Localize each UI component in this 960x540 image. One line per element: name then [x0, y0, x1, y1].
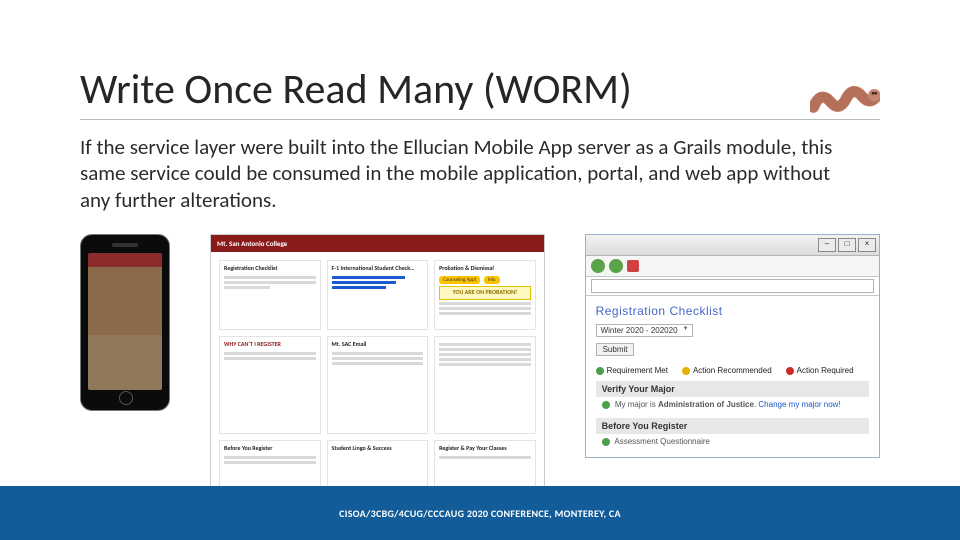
term-select: Winter 2020 - 202020 — [596, 324, 693, 337]
webapp-mock: – □ × Registration Checklist Winter 2020… — [585, 234, 880, 458]
title-row: Write Once Read Many (WORM) — [80, 64, 880, 120]
nav-stop-icon — [627, 260, 639, 272]
portal-header: Mt. San Antonio College — [211, 235, 544, 252]
change-major-link-mock: Change my major now! — [758, 400, 840, 409]
window-close-icon: × — [858, 238, 876, 252]
verify-major-line: My major is Administration of Justice. C… — [596, 397, 869, 412]
section-before-register: Before You Register — [596, 418, 869, 434]
dot-red-icon — [786, 367, 794, 375]
phone-speaker — [112, 243, 138, 247]
portal-card-email: Mt. SAC Email — [327, 336, 429, 434]
footer-text: CISOA/3CBG/4CUG/CCCAUG 2020 CONFERENCE, … — [339, 507, 621, 520]
dot-green-icon — [596, 367, 604, 375]
worm-icon — [810, 75, 880, 115]
section-verify-major: Verify Your Major — [596, 381, 869, 397]
webapp-heading: Registration Checklist — [596, 304, 869, 318]
browser-toolbar — [586, 256, 879, 277]
phone-home-button — [119, 391, 133, 405]
portal-card-side — [434, 336, 536, 434]
window-minimize-icon: – — [818, 238, 836, 252]
portal-card-international: F-1 International Student Check… — [327, 260, 429, 330]
portal-mock: Mt. San Antonio College Registration Che… — [210, 234, 545, 528]
footer-bar: CISOA/3CBG/4CUG/CCCAUG 2020 CONFERENCE, … — [0, 486, 960, 540]
window-maximize-icon: □ — [838, 238, 856, 252]
dot-green-icon — [602, 438, 610, 446]
portal-card-why: WHY CAN'T I REGISTER — [219, 336, 321, 434]
submit-button-mock: Submit — [596, 343, 635, 356]
address-bar — [586, 277, 879, 296]
window-titlebar: – □ × — [586, 235, 879, 256]
slide-title: Write Once Read Many (WORM) — [80, 64, 810, 115]
status-legend: Requirement Met Action Recommended Actio… — [596, 366, 869, 375]
dot-green-icon — [602, 401, 610, 409]
mobile-app-mock — [80, 234, 170, 411]
portal-card-registration: Registration Checklist — [219, 260, 321, 330]
examples-row: Mt. San Antonio College Registration Che… — [80, 234, 880, 528]
nav-forward-icon — [609, 259, 623, 273]
body-paragraph: If the service layer were built into the… — [80, 134, 840, 213]
portal-card-probation: Probation & Dismissal Counseling Appt In… — [434, 260, 536, 330]
dot-yellow-icon — [682, 367, 690, 375]
nav-back-icon — [591, 259, 605, 273]
before-register-line: Assessment Questionnaire — [596, 434, 869, 449]
phone-screen — [88, 253, 162, 390]
